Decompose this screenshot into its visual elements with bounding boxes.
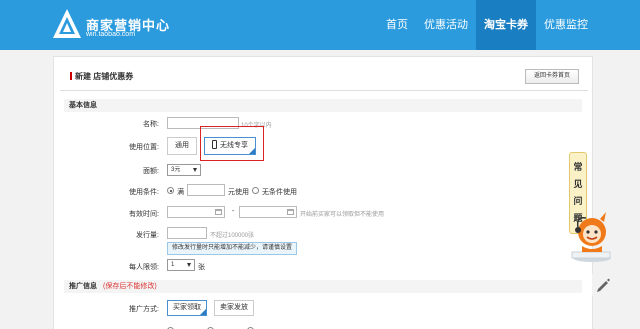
per-person-limit-label: 每人限领: [129,264,159,271]
position-general-button[interactable]: 通用 [167,137,197,155]
method-seller-issue-button[interactable]: 卖家发放 [214,300,254,316]
name-label: 名称: [143,121,159,128]
nav-taobao-coupons[interactable]: 淘宝卡券 [476,0,536,50]
faq-char: 常 [573,162,583,172]
section-promo-title: 推广信息 [69,283,97,290]
calendar-icon[interactable] [287,209,294,215]
condition-none-label: 无条件使用 [262,189,297,196]
promo-method-label: 推广方式: [129,306,159,313]
title-marker [70,72,72,80]
issue-quantity-label: 发行量: [136,232,159,239]
per-person-limit-value: 1 [171,262,175,268]
chevron-down-icon [187,263,191,267]
main-nav: 首页 优惠活动 淘宝卡券 优惠监控 [378,0,596,50]
end-date-input[interactable] [239,206,297,218]
position-label: 使用位置: [129,144,159,151]
page-title: 新建 店铺优惠券 [70,71,133,82]
section-basic-info: 基本信息 [64,99,582,112]
condition-none-radio[interactable] [252,187,259,194]
logo-subtitle: win.taobao.com [86,31,136,38]
method-buyer-claim-button[interactable]: 买家领取 [167,300,207,316]
denomination-select[interactable]: 3元 [167,164,201,176]
valid-time-hint: 开始前买家可以领取但不能使用 [300,212,385,218]
issue-quantity-tooltip: 修改发行量时只能增加不能减少，请谨慎设置 [167,242,298,255]
condition-label: 使用条件: [129,189,159,196]
section-promo-warning: (保存后不能修改) [103,283,157,290]
mascot-icon[interactable] [570,208,614,264]
nav-promotions[interactable]: 优惠活动 [416,0,476,50]
highlight-box [200,126,264,161]
condition-full-radio[interactable] [167,187,174,194]
page-title-text: 新建 店铺优惠券 [75,72,134,81]
logo-icon [53,9,81,38]
logo[interactable]: 商家营销中心 win.taobao.com [52,8,202,42]
issue-quantity-input[interactable] [167,227,207,239]
title-divider [60,90,588,91]
return-to-coupons-button[interactable]: 返回卡券首页 [525,69,579,84]
per-person-limit-select[interactable]: 1 [167,259,195,271]
nav-discount-monitor[interactable]: 优惠监控 [536,0,596,50]
nav-home[interactable]: 首页 [378,0,416,50]
coupon-form-panel: 新建 店铺优惠券 返回卡券首页 基本信息 名称: 10个字以内 使用位置: 通用… [53,56,593,329]
denomination-value: 3元 [171,167,181,173]
start-date-input[interactable] [167,206,225,218]
condition-full-label: 满 [177,189,184,196]
date-range-separator: - [232,208,235,215]
section-promo-info: 推广信息 (保存后不能修改) [64,280,582,293]
issue-quantity-hint: 不超过100000张 [210,233,255,239]
condition-amount-input[interactable] [187,184,225,196]
calendar-icon[interactable] [215,209,222,215]
selected-check-icon [200,309,206,315]
edit-icon[interactable] [592,274,614,296]
top-header: 商家营销中心 win.taobao.com 首页 优惠活动 淘宝卡券 优惠监控 [0,0,640,50]
condition-unit-label: 元使用 [228,189,249,196]
denomination-label: 面额: [143,168,159,175]
per-person-limit-unit: 张 [198,264,205,271]
valid-time-label: 有效时间: [129,211,159,218]
faq-char: 见 [573,179,583,189]
method-buyer-claim-label: 买家领取 [173,304,201,311]
chevron-down-icon [193,168,197,172]
